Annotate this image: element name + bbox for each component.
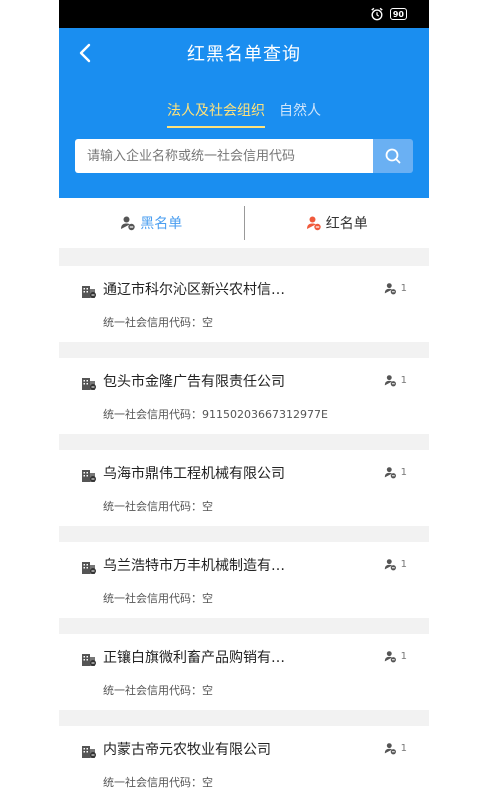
credit-code-value: 91150203667312977E: [202, 408, 328, 421]
battery-level: 90: [392, 9, 404, 19]
phone-screen: 90 红黑名单查询 法人及社会组织 自然人 请输入企业名称或统一社会信用代码 黑…: [59, 0, 429, 800]
tab-legal-entity[interactable]: 法人及社会组织: [167, 100, 265, 128]
tab-natural-person[interactable]: 自然人: [279, 100, 321, 128]
record-count: 1: [384, 742, 407, 755]
person-minus-icon: [384, 283, 396, 295]
record-count-value: 1: [400, 375, 407, 386]
list-item[interactable]: 内蒙古帝元农牧业有限公司 统一社会信用代码：空 1: [59, 726, 429, 800]
company-name: 内蒙古帝元农牧业有限公司: [103, 742, 271, 758]
credit-code: 统一社会信用代码：空: [103, 590, 213, 606]
credit-code: 统一社会信用代码：91150203667312977E: [103, 406, 328, 422]
page-title: 红黑名单查询: [187, 44, 301, 65]
credit-code-label: 统一社会信用代码：: [103, 776, 202, 789]
company-name: 正镶白旗微利畜产品购销有…: [103, 650, 285, 666]
list-item[interactable]: 通辽市科尔沁区新兴农村信… 统一社会信用代码：空 1: [59, 266, 429, 342]
building-icon: [82, 562, 96, 574]
segment-black-label: 黑名单: [140, 216, 183, 232]
credit-code-label: 统一社会信用代码：: [103, 684, 202, 697]
credit-code-value: 空: [202, 316, 213, 329]
person-minus-icon: [384, 743, 396, 755]
company-name: 乌兰浩特市万丰机械制造有…: [103, 558, 285, 574]
record-count: 1: [384, 650, 407, 663]
building-icon: [82, 378, 96, 390]
person-minus-icon: [384, 559, 396, 571]
list-item[interactable]: 乌海市鼎伟工程机械有限公司 统一社会信用代码：空 1: [59, 450, 429, 526]
credit-code: 统一社会信用代码：空: [103, 314, 213, 330]
person-minus-icon: [384, 651, 396, 663]
search-bar: [75, 139, 413, 173]
screen-stage: 90 红黑名单查询 法人及社会组织 自然人 请输入企业名称或统一社会信用代码 黑…: [0, 0, 480, 800]
credit-code-value: 空: [202, 776, 213, 789]
credit-code-value: 空: [202, 592, 213, 605]
record-count-value: 1: [400, 283, 407, 294]
record-count: 1: [384, 466, 407, 479]
search-button[interactable]: [373, 139, 413, 173]
credit-code-label: 统一社会信用代码：: [103, 592, 202, 605]
person-minus-icon: [384, 467, 396, 479]
credit-code: 统一社会信用代码：空: [103, 498, 213, 514]
header: 红黑名单查询 法人及社会组织 自然人: [59, 28, 429, 198]
segment-red-label: 红名单: [325, 216, 368, 232]
person-minus-icon: [121, 216, 135, 231]
company-name: 通辽市科尔沁区新兴农村信…: [103, 282, 285, 298]
building-icon: [82, 286, 96, 298]
company-name: 乌海市鼎伟工程机械有限公司: [103, 466, 285, 482]
search-icon: [385, 148, 401, 164]
credit-code: 统一社会信用代码：空: [103, 682, 213, 698]
company-list: 通辽市科尔沁区新兴农村信… 统一社会信用代码：空 1 包头市金隆广告有限责任公司…: [59, 266, 429, 800]
list-item[interactable]: 包头市金隆广告有限责任公司 统一社会信用代码：91150203667312977…: [59, 358, 429, 434]
segment-red-list[interactable]: 红名单: [245, 213, 430, 233]
record-count-value: 1: [400, 651, 407, 662]
list-item[interactable]: 正镶白旗微利畜产品购销有… 统一社会信用代码：空 1: [59, 634, 429, 710]
entity-tabs: 法人及社会组织 自然人: [59, 100, 429, 128]
record-count-value: 1: [400, 467, 407, 478]
segment-black-list[interactable]: 黑名单: [59, 213, 244, 233]
person-minus-icon: [306, 216, 321, 231]
credit-code-label: 统一社会信用代码：: [103, 408, 202, 421]
building-icon: [82, 746, 96, 758]
credit-code-value: 空: [202, 500, 213, 513]
record-count: 1: [384, 374, 407, 387]
record-count: 1: [384, 558, 407, 571]
building-icon: [82, 470, 96, 482]
building-icon: [82, 654, 96, 666]
company-name: 包头市金隆广告有限责任公司: [103, 374, 285, 390]
credit-code: 统一社会信用代码：空: [103, 774, 213, 790]
credit-code-value: 空: [202, 684, 213, 697]
record-count-value: 1: [400, 559, 407, 570]
credit-code-label: 统一社会信用代码：: [103, 316, 202, 329]
alarm-icon: [371, 7, 383, 21]
battery-icon: 90: [389, 8, 407, 20]
list-type-segment: 黑名单 红名单: [59, 198, 429, 248]
record-count: 1: [384, 282, 407, 295]
status-bar: 90: [59, 0, 429, 28]
list-item[interactable]: 乌兰浩特市万丰机械制造有… 统一社会信用代码：空 1: [59, 542, 429, 618]
record-count-value: 1: [400, 743, 407, 754]
search-input[interactable]: [75, 139, 373, 173]
credit-code-label: 统一社会信用代码：: [103, 500, 202, 513]
person-minus-icon: [384, 375, 396, 387]
